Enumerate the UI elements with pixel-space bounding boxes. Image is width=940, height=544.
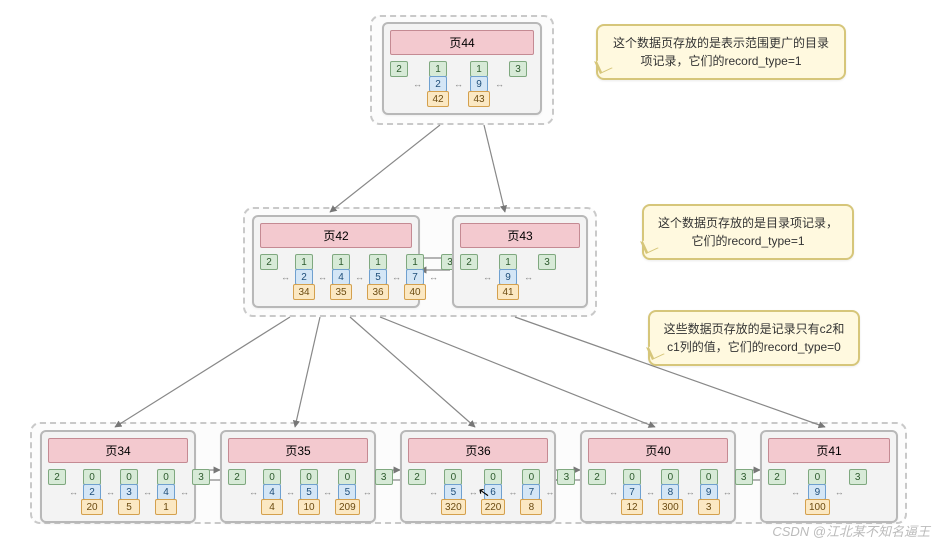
supremum: 3 [192,469,210,485]
record: 08300 [658,469,683,515]
page-44: 页44 2 ↔ 1242 ↔ 1943 ↔ 3 [382,22,542,115]
infimum: 2 [588,469,606,485]
record: 1435 [330,254,352,300]
records-row: 2↔ 044↔ 0510↔ 05209↔ 3 [228,469,368,515]
infimum: 2 [460,254,478,270]
records-row: 2 ↔ 1234 ↔ 1435 ↔ 1536 ↔ 1740 ↔ 3 [260,254,412,300]
page-title: 页44 [390,30,534,55]
mini-arrow-icon: ↔ [453,76,464,92]
record: 0510 [298,469,320,515]
record: 078 [520,469,542,515]
record: 035 [118,469,140,515]
record: 05209 [335,469,360,515]
mini-arrow-icon: ↔ [280,269,291,285]
page-43: 页43 2 ↔ 1941 ↔ 3 [452,215,588,308]
infimum: 2 [390,61,408,77]
record: 1242 [427,61,449,107]
callout-top: 这个数据页存放的是表示范围更广的目录项记录，它们的record_type=1 [596,24,846,80]
mini-arrow-icon: ↔ [482,269,493,285]
page-title: 页34 [48,438,188,463]
record: 0712 [621,469,643,515]
infimum: 2 [48,469,66,485]
record: 09100 [805,469,830,515]
record: 044 [261,469,283,515]
infimum: 2 [260,254,278,270]
record: 041 [155,469,177,515]
record: 1740 [404,254,426,300]
infimum: 2 [228,469,246,485]
supremum: 3 [557,469,575,485]
page-title: 页36 [408,438,548,463]
supremum: 3 [735,469,753,485]
supremum: 3 [509,61,527,77]
mini-arrow-icon: ↔ [428,269,439,285]
records-row: 2 ↔ 1941 ↔ 3 [460,254,580,300]
mini-arrow-icon: ↔ [354,269,365,285]
record: 0220 [81,469,103,515]
supremum: 3 [375,469,393,485]
record: 05320 [441,469,466,515]
callout-bottom: 这些数据页存放的是记录只有c2和c1列的值，它们的record_type=0 [648,310,860,366]
page-34: 页34 2↔ 0220↔ 035↔ 041↔ 3 [40,430,196,523]
records-row: 2↔ 0712↔ 08300↔ 093↔ 3 [588,469,728,515]
supremum: 3 [849,469,867,485]
records-row: 2↔ 0220↔ 035↔ 041↔ 3 [48,469,188,515]
mini-arrow-icon: ↔ [412,76,423,92]
record: 1941 [497,254,519,300]
records-row: 2 ↔ 1242 ↔ 1943 ↔ 3 [390,61,534,107]
page-41: 页41 2↔ 09100↔ 3 [760,430,898,523]
infimum: 2 [768,469,786,485]
page-40: 页40 2↔ 0712↔ 08300↔ 093↔ 3 [580,430,736,523]
mini-arrow-icon: ↔ [391,269,402,285]
page-title: 页42 [260,223,412,248]
callout-mid: 这个数据页存放的是目录项记录，它们的record_type=1 [642,204,854,260]
watermark: CSDN @江北某不知名逼王 [772,521,930,540]
supremum: 3 [538,254,556,270]
records-row: 2↔ 09100↔ 3 [768,469,890,515]
page-42: 页42 2 ↔ 1234 ↔ 1435 ↔ 1536 ↔ 1740 ↔ 3 [252,215,420,308]
infimum: 2 [408,469,426,485]
page-title: 页35 [228,438,368,463]
record: 093 [698,469,720,515]
mini-arrow-icon: ↔ [317,269,328,285]
page-title: 页41 [768,438,890,463]
page-title: 页40 [588,438,728,463]
page-title: 页43 [460,223,580,248]
record: 1536 [367,254,389,300]
mini-arrow-icon: ↔ [494,76,505,92]
mini-arrow-icon: ↔ [523,269,534,285]
record: 1943 [468,61,490,107]
page-36: 页36 2↔ 05320↔ 06220↔ 078↔ 3 [400,430,556,523]
record: 1234 [293,254,315,300]
page-35: 页35 2↔ 044↔ 0510↔ 05209↔ 3 [220,430,376,523]
